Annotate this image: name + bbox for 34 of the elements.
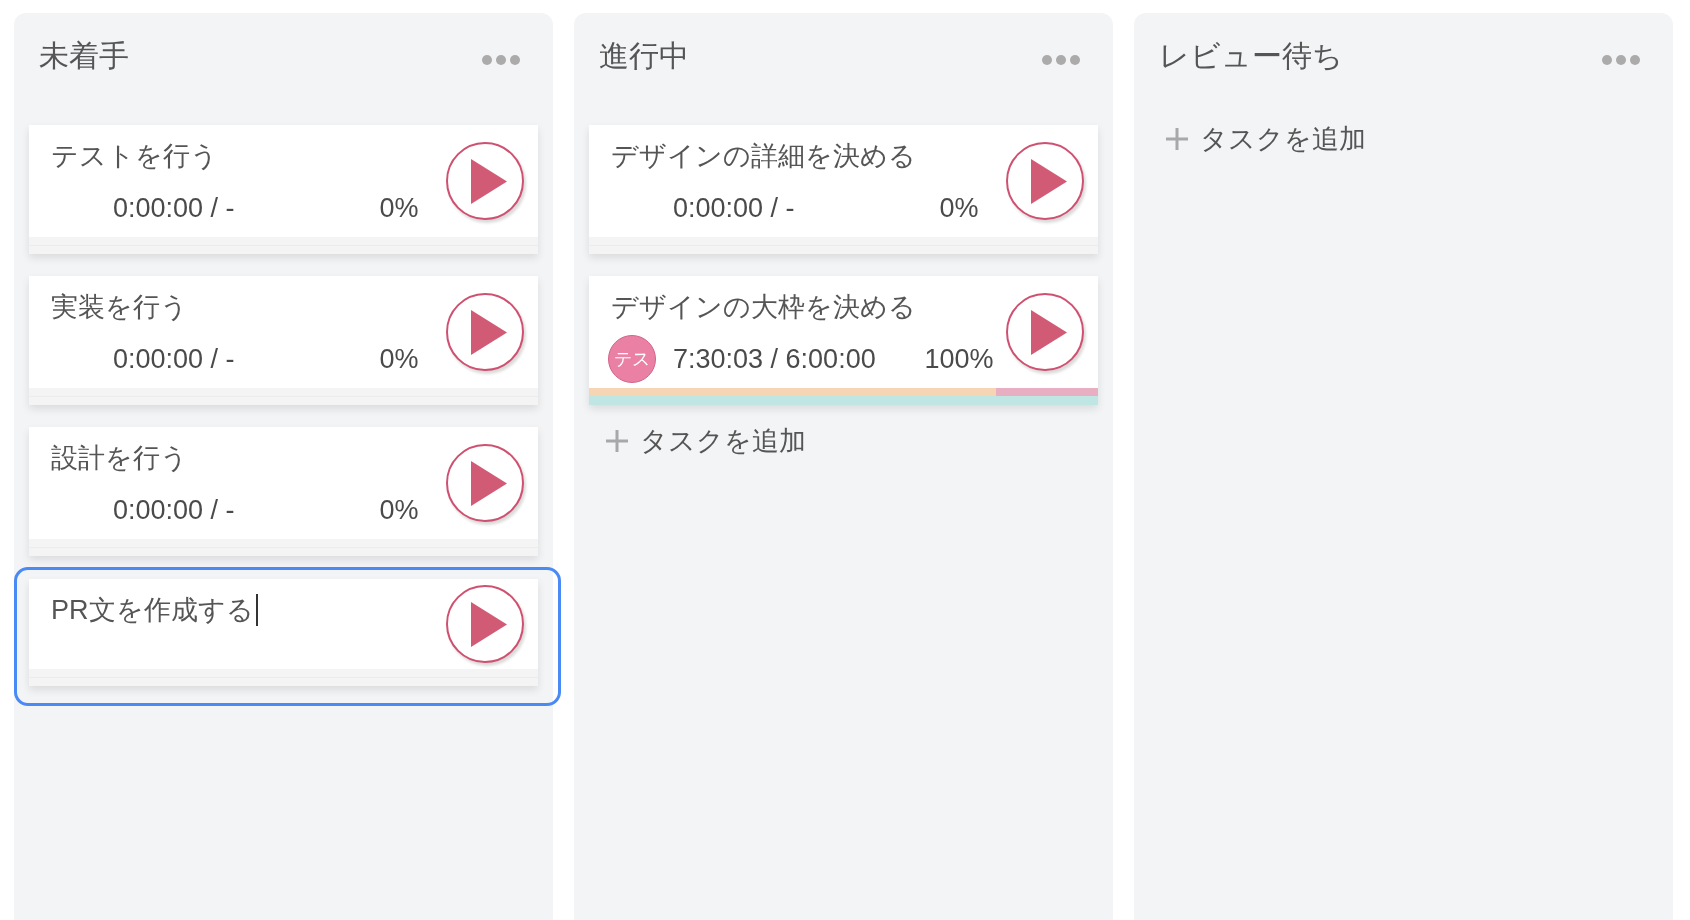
task-title: デザインの詳細を決める [611, 140, 917, 173]
task-title: 実装を行う [51, 291, 189, 324]
play-icon [471, 460, 507, 506]
column-title: 進行中 [599, 38, 689, 74]
task-title: デザインの大枠を決める [611, 291, 917, 324]
play-icon [1031, 309, 1067, 355]
ellipsis-icon [1042, 55, 1080, 65]
time-text: 0:00:00 / - [673, 192, 796, 225]
play-icon [1031, 158, 1067, 204]
progress-percent: 0% [938, 192, 980, 225]
add-task-button[interactable]: タスクを追加 [589, 427, 806, 455]
play-icon [471, 309, 507, 355]
column-title: レビュー待ち [1159, 38, 1343, 74]
add-task-button[interactable]: タスクを追加 [1149, 125, 1366, 153]
time-text: 7:30:03 / 6:00:00 [673, 343, 877, 376]
user-avatar: テス [608, 335, 656, 383]
play-icon [471, 601, 507, 647]
time-text: 0:00:00 / - [113, 343, 236, 376]
task-title-input[interactable]: PR文を作成する [51, 593, 440, 627]
progress-percent: 0% [378, 343, 420, 376]
time-text: 0:00:00 / - [113, 494, 236, 527]
time-text: 0:00:00 / - [113, 192, 236, 225]
ellipsis-icon [482, 55, 520, 65]
plus-icon [1166, 128, 1188, 150]
plus-icon [606, 430, 628, 452]
ellipsis-icon [1602, 55, 1640, 65]
progress-percent: 0% [378, 192, 420, 225]
text-cursor-icon [255, 594, 258, 626]
progress-percent: 100% [923, 343, 995, 376]
task-title: 設計を行う [51, 442, 189, 475]
column-title: 未着手 [39, 38, 129, 74]
task-title: テストを行う [51, 140, 219, 173]
progress-percent: 0% [378, 494, 420, 527]
play-icon [471, 158, 507, 204]
